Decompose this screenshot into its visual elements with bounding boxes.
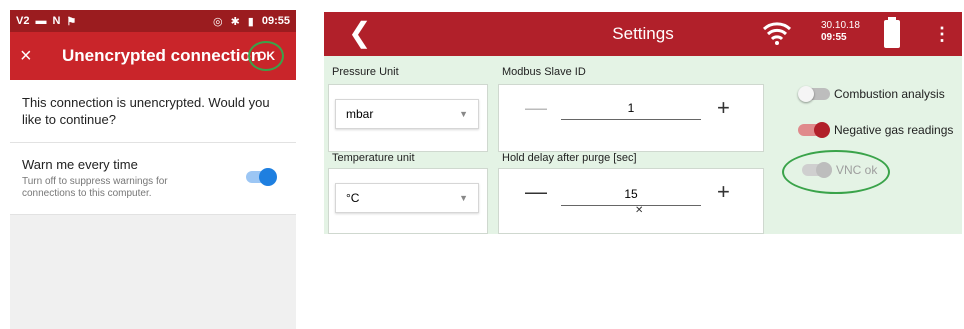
hold-delay-card: — 15 ✕ + bbox=[498, 168, 764, 234]
more-menu-icon[interactable]: ⋮ bbox=[933, 24, 951, 45]
dialog-app-bar: × Unencrypted connection OK bbox=[10, 32, 296, 80]
warn-setting-title: Warn me every time bbox=[22, 157, 138, 172]
modbus-id-card: — 1 + bbox=[498, 84, 764, 152]
dialog-title: Unencrypted connection bbox=[62, 46, 262, 65]
status-bar: V2 ▬ N ⚑ ◎ ✱ ▮ 09:55 bbox=[10, 10, 296, 32]
signal-icon: N bbox=[52, 15, 61, 27]
connection-message: This connection is unencrypted. Would yo… bbox=[10, 80, 296, 143]
battery-icon: ▮ bbox=[247, 15, 254, 28]
pressure-unit-label: Pressure Unit bbox=[332, 66, 399, 78]
hold-delay-increment-button[interactable]: + bbox=[717, 179, 730, 205]
combustion-analysis-label: Combustion analysis bbox=[834, 87, 945, 101]
status-time: 09:55 bbox=[261, 15, 290, 27]
time-text: 09:55 bbox=[821, 32, 847, 43]
chevron-down-icon: ▼ bbox=[459, 193, 468, 203]
flag-icon: ⚑ bbox=[66, 15, 77, 28]
pressure-unit-select[interactable]: mbar ▼ bbox=[335, 99, 479, 129]
message-icon: ▬ bbox=[35, 15, 47, 27]
bluetooth-icon: ✱ bbox=[230, 15, 240, 28]
date-time-display: 30.10.18 09:55 bbox=[821, 20, 860, 44]
modbus-decrement-button[interactable]: — bbox=[525, 95, 547, 121]
temperature-unit-card: °C ▼ bbox=[328, 168, 488, 234]
toggle-thumb bbox=[798, 86, 814, 102]
modbus-increment-button[interactable]: + bbox=[717, 95, 730, 121]
status-left-icons: V2 ▬ N ⚑ bbox=[16, 15, 76, 28]
toggle-thumb bbox=[814, 122, 830, 138]
highlight-oval bbox=[782, 150, 890, 194]
temperature-unit-value: °C bbox=[346, 191, 360, 205]
phone-screen: V2 ▬ N ⚑ ◎ ✱ ▮ 09:55 × Unencrypted conne… bbox=[10, 10, 296, 329]
carrier-label: V2 bbox=[16, 15, 30, 27]
text-cursor-icon: ✕ bbox=[635, 205, 644, 216]
temperature-unit-select[interactable]: °C ▼ bbox=[335, 183, 479, 213]
negative-gas-label: Negative gas readings bbox=[834, 123, 954, 137]
hold-delay-value[interactable]: 15 bbox=[561, 187, 701, 206]
temperature-unit-label: Temperature unit bbox=[332, 152, 415, 164]
close-icon[interactable]: × bbox=[20, 45, 48, 68]
settings-header: ❮ Settings 30.10.18 09:55 ⋮ bbox=[324, 12, 962, 56]
page-title: Settings bbox=[612, 24, 674, 43]
status-right-icons: ◎ ✱ ▮ 09:55 bbox=[213, 15, 290, 28]
date-text: 30.10.18 bbox=[821, 20, 860, 31]
hold-delay-label: Hold delay after purge [sec] bbox=[502, 152, 637, 164]
chevron-down-icon: ▼ bbox=[459, 109, 468, 119]
warn-setting-row[interactable]: Warn me every time Turn off to suppress … bbox=[10, 143, 296, 215]
modbus-id-label: Modbus Slave ID bbox=[502, 66, 586, 78]
warn-toggle[interactable] bbox=[246, 168, 277, 186]
hotspot-icon: ◎ bbox=[212, 15, 223, 28]
wifi-icon bbox=[762, 22, 792, 45]
battery-icon bbox=[884, 17, 900, 48]
modbus-id-value[interactable]: 1 bbox=[561, 101, 701, 120]
pressure-unit-card: mbar ▼ bbox=[328, 84, 488, 152]
warn-setting-subtitle: Turn off to suppress warnings for connec… bbox=[22, 176, 168, 199]
ok-button[interactable]: OK bbox=[248, 41, 284, 71]
settings-screen: ❮ Settings 30.10.18 09:55 ⋮ Pressure Uni… bbox=[324, 12, 962, 234]
pressure-unit-value: mbar bbox=[346, 107, 374, 121]
hold-delay-decrement-button[interactable]: — bbox=[525, 179, 547, 205]
